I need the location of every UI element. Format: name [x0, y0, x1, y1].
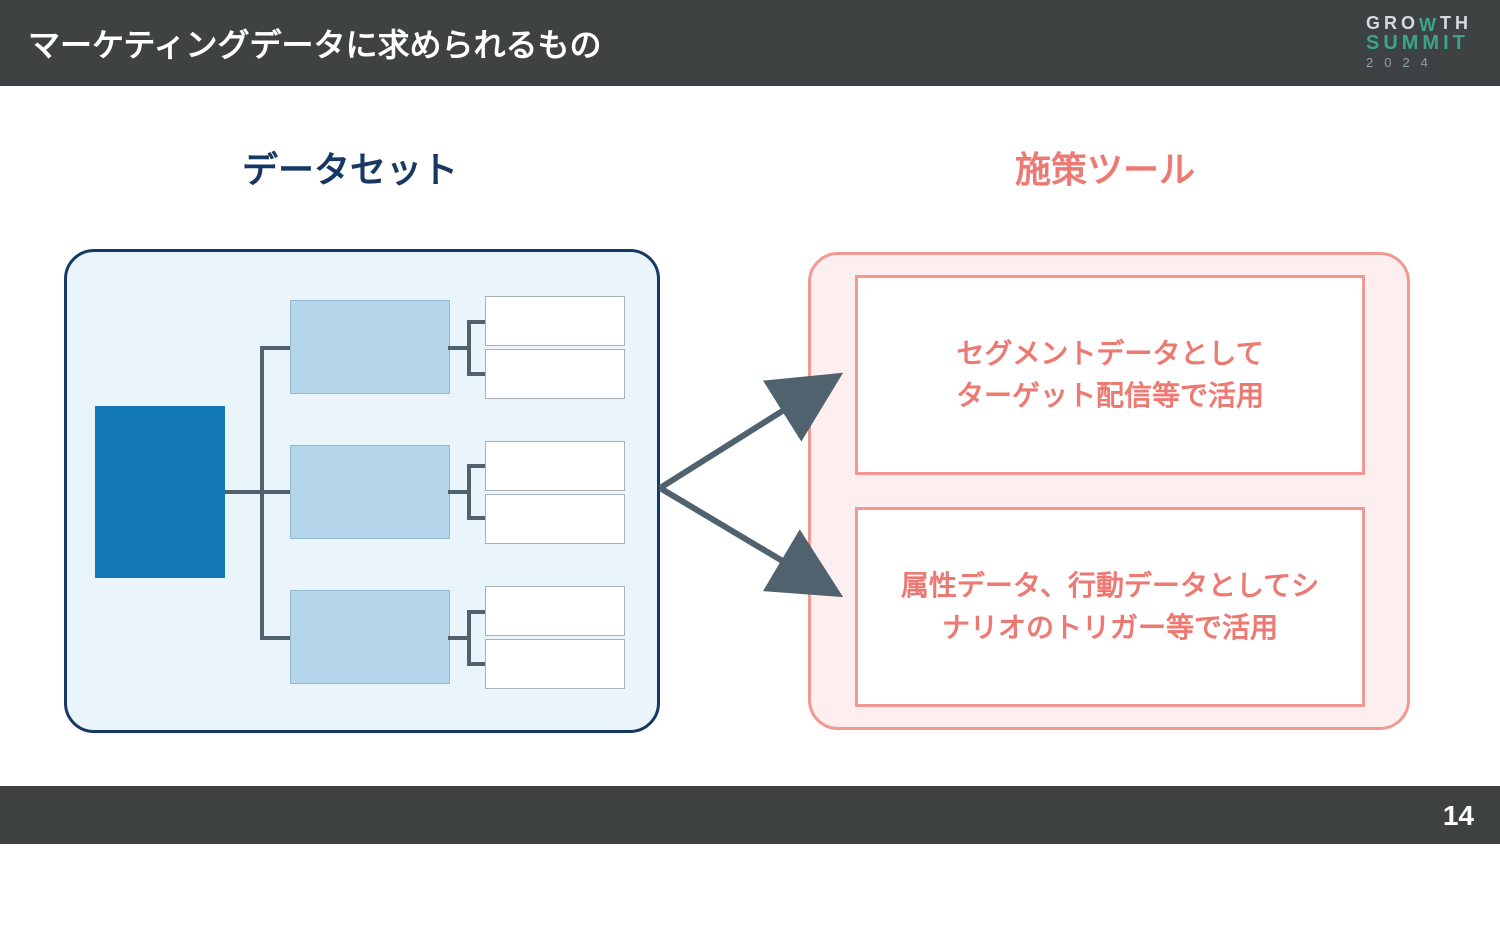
connector — [467, 610, 471, 666]
leaf-node — [485, 586, 625, 636]
dataset-panel — [64, 249, 660, 733]
connector — [467, 662, 485, 666]
slide-footer: 14 — [0, 786, 1500, 844]
logo-line1: GROWTH — [1366, 14, 1472, 32]
connector — [467, 516, 485, 520]
connector — [260, 346, 290, 350]
page-number: 14 — [1443, 800, 1474, 832]
logo-text: TH — [1440, 13, 1472, 33]
mid-node — [290, 300, 450, 394]
connector — [467, 464, 485, 468]
leaf-node — [485, 441, 625, 491]
leaf-node — [485, 296, 625, 346]
mid-node — [290, 445, 450, 539]
slide-title: マーケティングデータに求められるもの — [28, 20, 601, 66]
connector — [467, 372, 485, 376]
mid-node — [290, 590, 450, 684]
slide-header: マーケティングデータに求められるもの GROWTH SUMMIT 2024 — [0, 0, 1500, 86]
leaf-node — [485, 639, 625, 689]
logo-text: GRO — [1366, 13, 1419, 33]
connector — [260, 490, 290, 494]
connector — [260, 636, 290, 640]
tool-card-text: 属性データ、行動データとしてシナリオのトリガー等で活用 — [901, 565, 1319, 649]
logo-year: 2024 — [1366, 56, 1472, 69]
tool-card-segment: セグメントデータとしてターゲット配信等で活用 — [855, 275, 1365, 475]
logo-accent: W — [1419, 16, 1440, 34]
tool-card-attribute: 属性データ、行動データとしてシナリオのトリガー等で活用 — [855, 507, 1365, 707]
root-node — [95, 406, 225, 578]
connector — [467, 610, 485, 614]
right-column-title: 施策ツール — [800, 141, 1410, 193]
connector — [225, 490, 263, 494]
tools-panel: セグメントデータとしてターゲット配信等で活用 属性データ、行動データとしてシナリ… — [808, 252, 1410, 730]
logo-line2: SUMMIT — [1366, 33, 1472, 53]
event-logo: GROWTH SUMMIT 2024 — [1366, 14, 1472, 69]
connector — [467, 320, 485, 324]
connector — [467, 320, 471, 376]
slide-body: データセット 施策ツール — [0, 86, 1500, 786]
left-column-title: データセット — [0, 141, 700, 193]
tool-card-text: セグメントデータとしてターゲット配信等で活用 — [956, 333, 1264, 417]
leaf-node — [485, 494, 625, 544]
leaf-node — [485, 349, 625, 399]
connector — [467, 464, 471, 520]
